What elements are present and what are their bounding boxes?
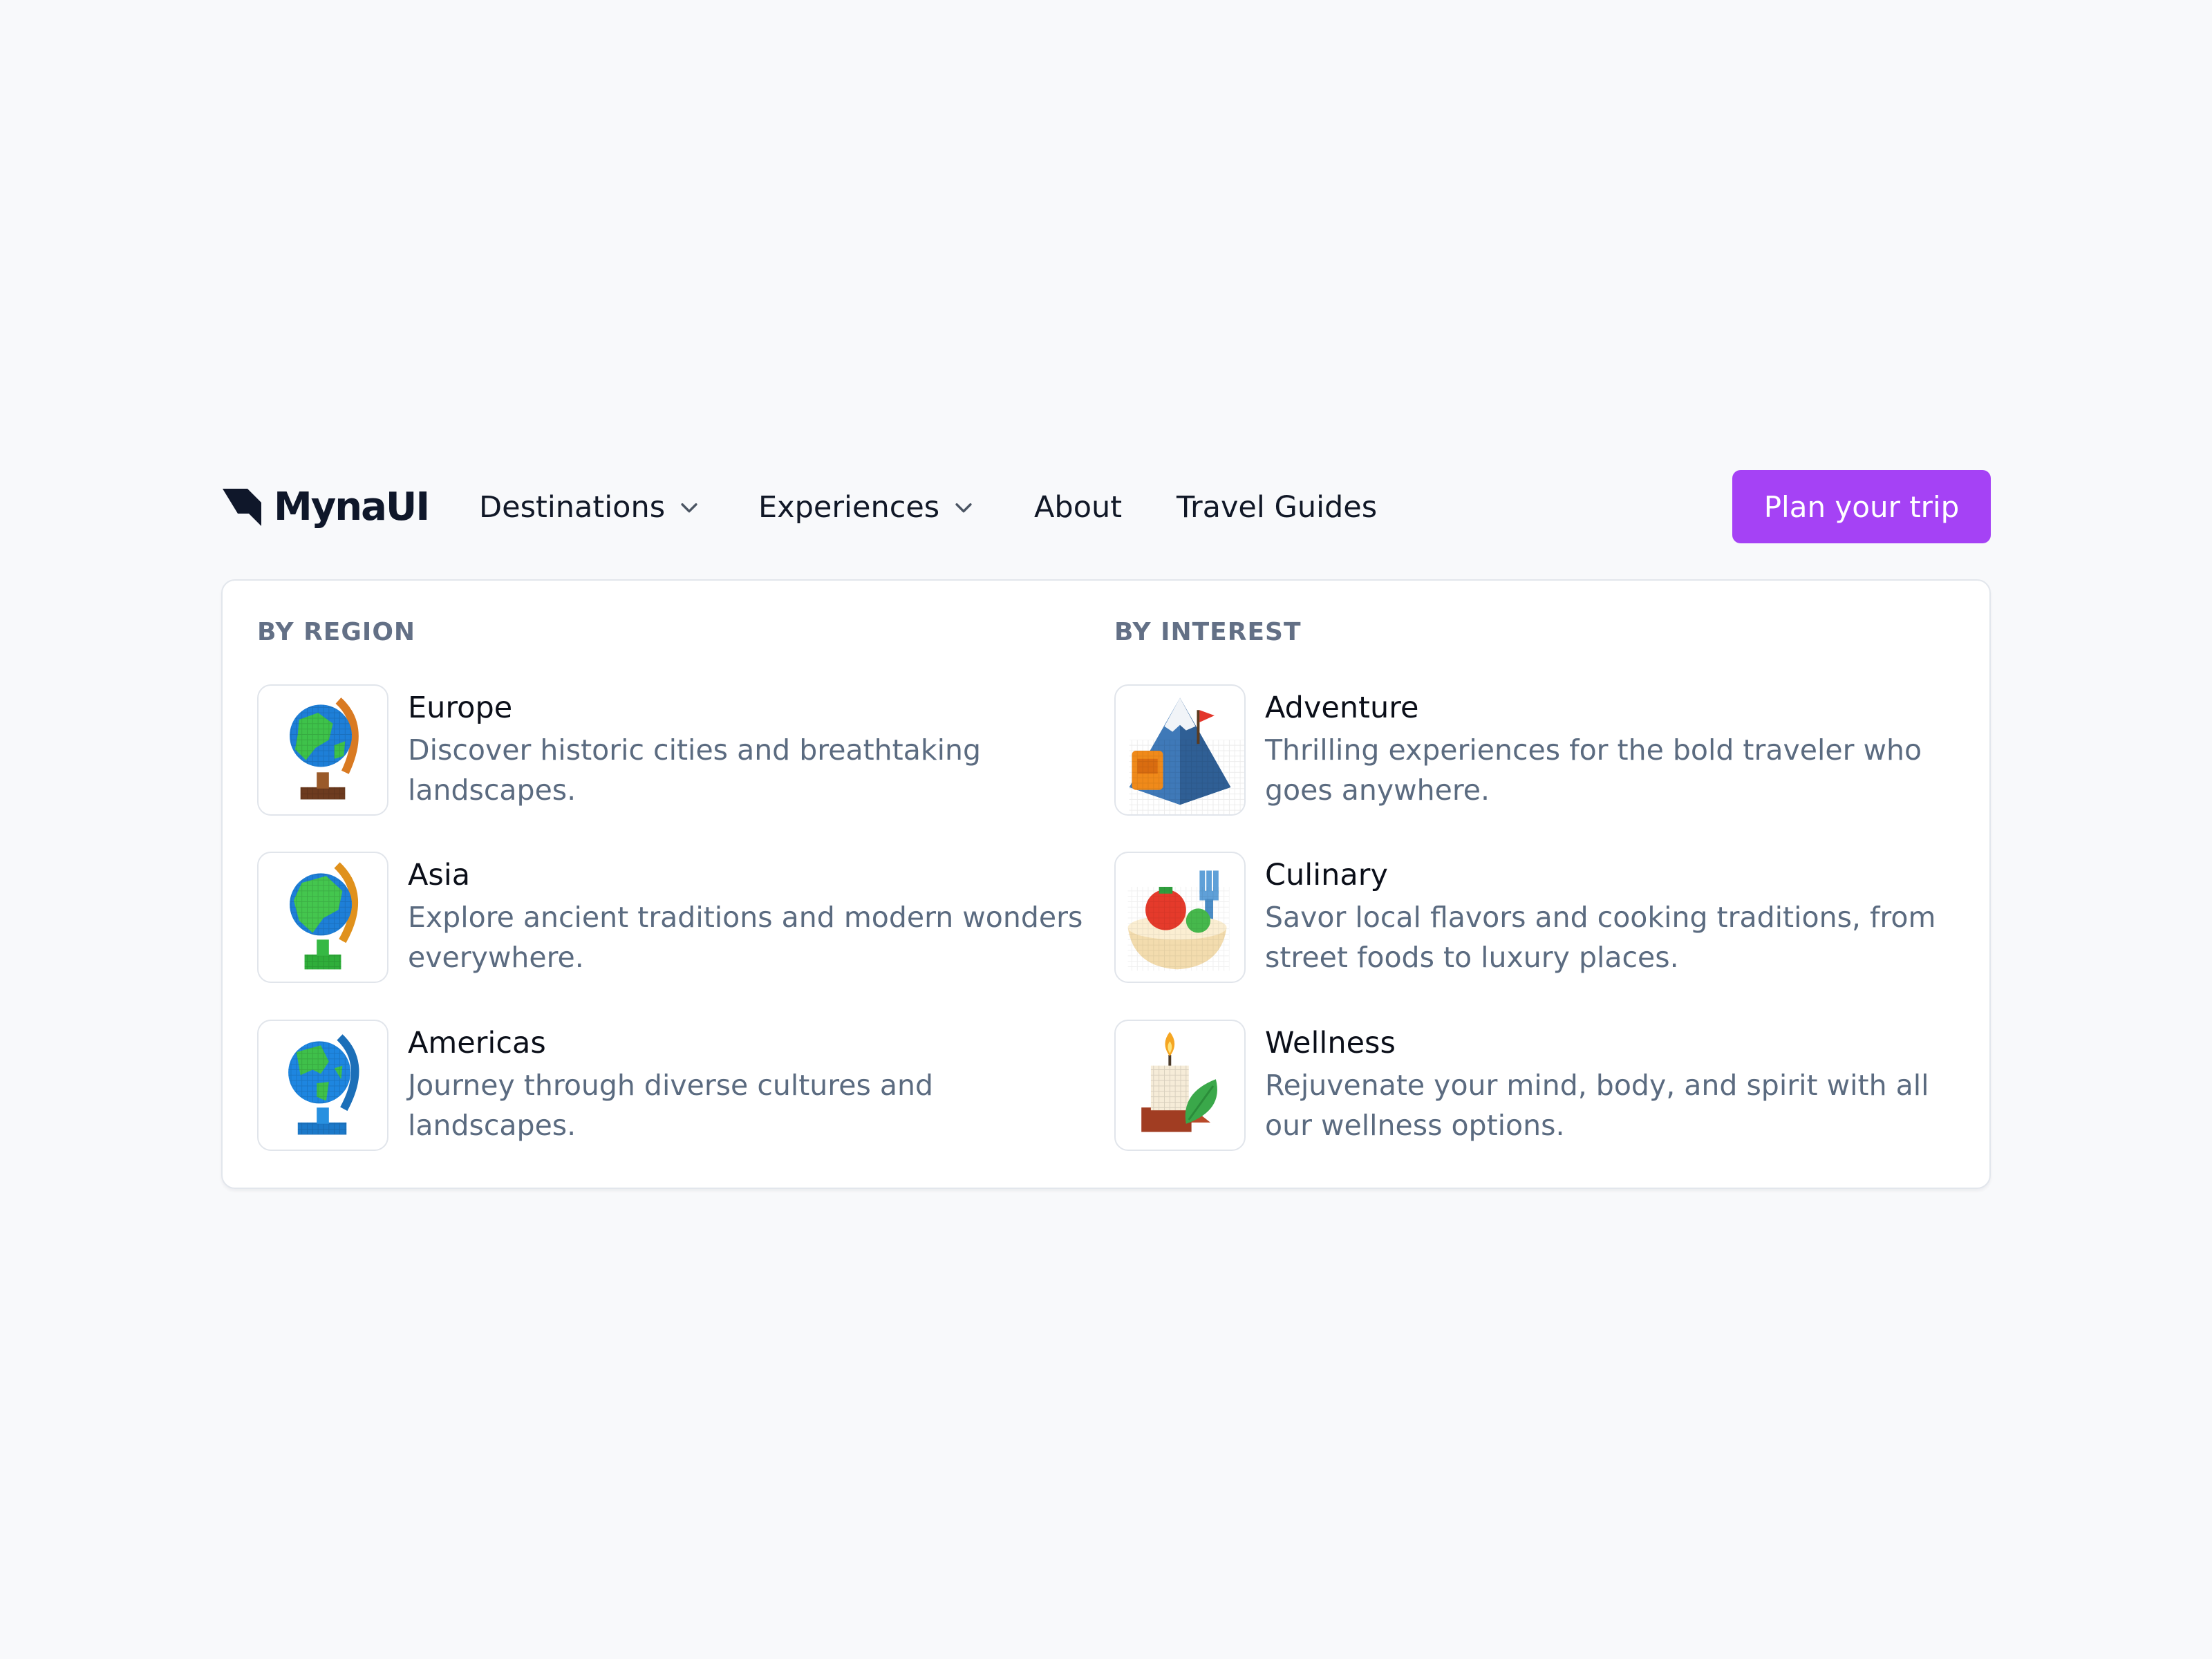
nav-experiences-label: Experiences	[758, 490, 940, 525]
nav-about-label: About	[1034, 490, 1123, 525]
adventure-description: Thrilling experiences for the bold trave…	[1265, 733, 1922, 807]
europe-title: Europe	[408, 691, 513, 725]
globe-europe-icon	[257, 684, 388, 816]
menu-item-americas[interactable]: Americas Journey through diverse culture…	[257, 1020, 1087, 1154]
menu-item-adventure[interactable]: Adventure Thrilling experiences for the …	[1114, 684, 1944, 818]
top-navbar: MynaUI Destinations Experiences About Tr…	[221, 470, 1991, 545]
wellness-description: Rejuvenate your mind, body, and spirit w…	[1265, 1069, 1929, 1142]
americas-description: Journey through diverse cultures and lan…	[408, 1069, 934, 1142]
asia-description: Explore ancient traditions and modern wo…	[408, 901, 1083, 974]
wellness-title: Wellness	[1265, 1026, 1396, 1060]
culinary-title: Culinary	[1265, 858, 1388, 892]
nav-destinations[interactable]: Destinations	[479, 470, 701, 545]
nav-travel-guides[interactable]: Travel Guides	[1177, 470, 1377, 545]
nav-destinations-label: Destinations	[479, 490, 666, 525]
food-bowl-icon	[1114, 852, 1246, 983]
asia-title: Asia	[408, 858, 471, 892]
nav-travel-guides-label: Travel Guides	[1177, 490, 1378, 525]
menu-item-asia[interactable]: Asia Explore ancient traditions and mode…	[257, 852, 1087, 986]
nav-experiences[interactable]: Experiences	[758, 470, 975, 545]
candle-leaf-icon	[1114, 1020, 1246, 1151]
europe-description: Discover historic cities and breathtakin…	[408, 733, 981, 807]
chevron-down-icon	[681, 503, 697, 513]
chevron-down-icon	[955, 503, 972, 513]
nav-about[interactable]: About	[1034, 470, 1122, 545]
plan-your-trip-button[interactable]: Plan your trip	[1732, 470, 1991, 543]
globe-asia-icon	[257, 852, 388, 983]
logo-mark-icon	[223, 489, 261, 526]
americas-title: Americas	[408, 1026, 546, 1060]
adventure-title: Adventure	[1265, 691, 1419, 725]
brand-logo[interactable]: MynaUI	[221, 484, 430, 531]
by-region-heading: BY REGION	[257, 618, 416, 646]
destinations-dropdown-panel: BY REGION Europe Discover historic citie…	[221, 579, 1991, 1189]
by-interest-heading: BY INTEREST	[1114, 618, 1302, 646]
mountain-icon	[1114, 684, 1246, 816]
menu-item-culinary[interactable]: Culinary Savor local flavors and cooking…	[1114, 852, 1944, 986]
globe-americas-icon	[257, 1020, 388, 1151]
menu-item-wellness[interactable]: Wellness Rejuvenate your mind, body, and…	[1114, 1020, 1944, 1154]
menu-item-europe[interactable]: Europe Discover historic cities and brea…	[257, 684, 1087, 818]
brand-name: MynaUI	[274, 485, 430, 529]
culinary-description: Savor local flavors and cooking traditio…	[1265, 901, 1936, 974]
